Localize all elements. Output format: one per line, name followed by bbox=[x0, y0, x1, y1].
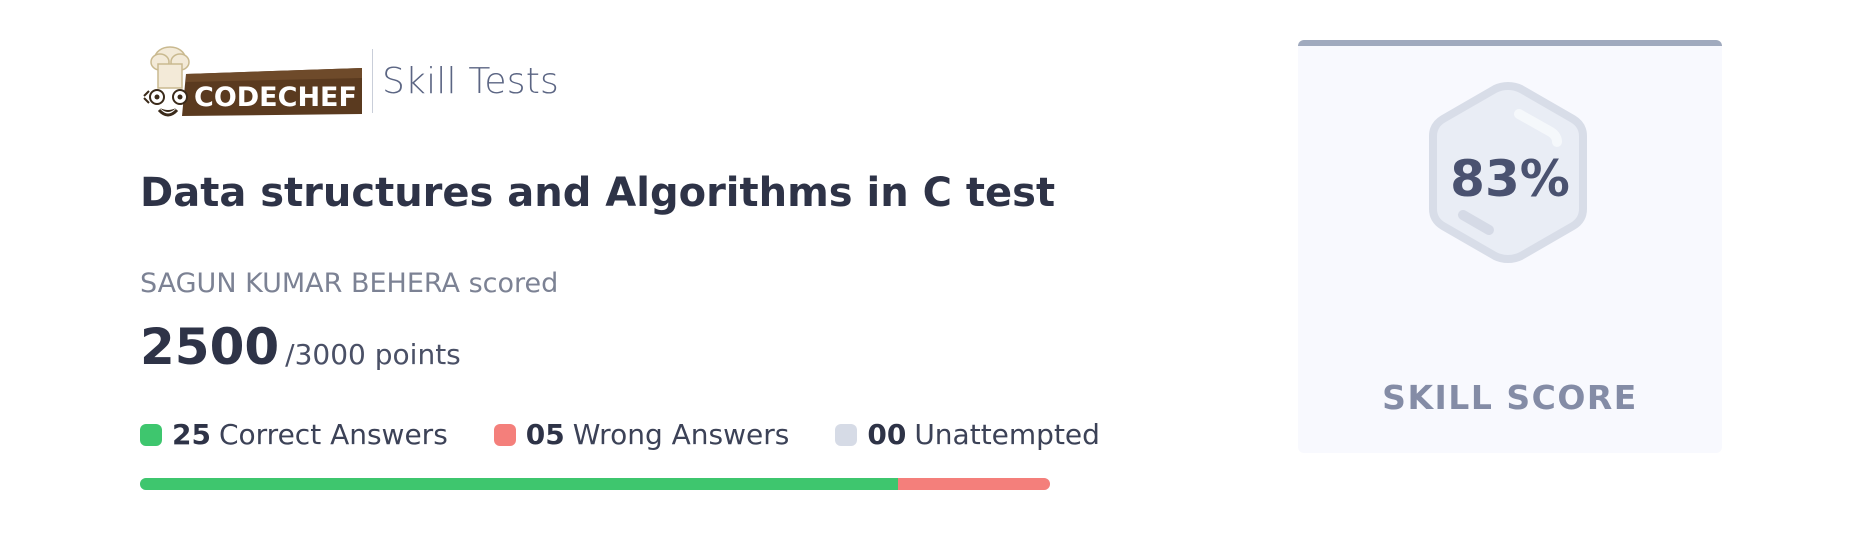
card-accent-bar bbox=[1298, 40, 1722, 46]
skill-score-label: SKILL SCORE bbox=[1382, 378, 1638, 417]
points-value: 2500 bbox=[140, 318, 280, 376]
codechef-logo[interactable]: CODECHEF bbox=[140, 44, 362, 118]
stat-unattempted: 00 Unattempted bbox=[835, 418, 1100, 451]
stat-correct: 25 Correct Answers bbox=[140, 418, 448, 451]
points-display: 2500/3000 points bbox=[140, 318, 461, 376]
stat-label: Correct Answers bbox=[218, 418, 448, 451]
stat-count: 05 bbox=[525, 418, 565, 451]
unattempted-dot-icon bbox=[835, 423, 858, 446]
stat-count: 00 bbox=[867, 418, 907, 451]
stat-label: Unattempted bbox=[914, 418, 1100, 451]
stat-count: 25 bbox=[172, 418, 211, 451]
progress-correct-segment bbox=[140, 478, 899, 490]
correct-dot-icon bbox=[140, 423, 162, 446]
product-name: Skill Tests bbox=[382, 60, 559, 102]
brand-header: CODECHEF Skill Tests bbox=[140, 44, 559, 118]
progress-wrong-segment bbox=[898, 478, 1050, 490]
answers-progress-bar bbox=[140, 478, 1050, 490]
wrong-dot-icon bbox=[493, 423, 516, 446]
scored-label: SAGUN KUMAR BEHERA scored bbox=[140, 268, 559, 299]
skill-score-value: 83% bbox=[1450, 150, 1570, 208]
logo-text: CODECHEF bbox=[194, 82, 357, 113]
brand-divider bbox=[372, 49, 373, 113]
points-total: /3000 points bbox=[285, 338, 461, 371]
test-title: Data structures and Algorithms in C test bbox=[140, 170, 1056, 216]
stat-wrong: 05 Wrong Answers bbox=[493, 418, 790, 451]
results-panel: CODECHEF Skill Tests Data structures and… bbox=[140, 0, 1120, 544]
answer-stats: 25 Correct Answers 05 Wrong Answers 00 U… bbox=[140, 418, 1146, 451]
stat-label: Wrong Answers bbox=[572, 418, 790, 451]
skill-score-card: 83% SKILL SCORE bbox=[1298, 40, 1722, 453]
